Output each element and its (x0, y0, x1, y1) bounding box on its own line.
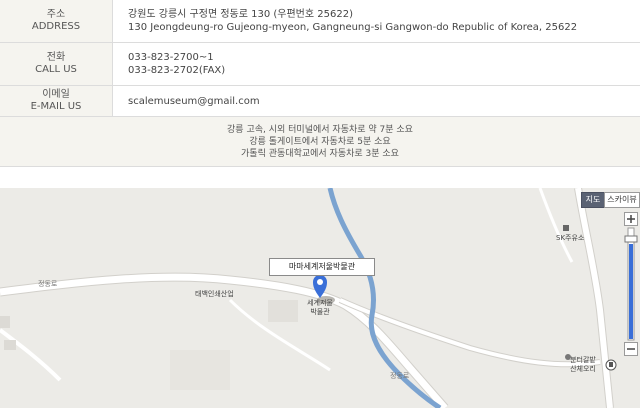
directions-row: 강릉 고속, 시외 터미널에서 자동차로 약 7분 소요 강릉 톨게이트에서 자… (0, 117, 640, 167)
river (327, 188, 442, 408)
map-type-button[interactable]: 지도 (581, 192, 605, 208)
company-label: 태백인쇄산업 (195, 290, 234, 298)
marker-label: 세계저울 박물관 (298, 299, 342, 317)
road-label: 정동로 (38, 280, 58, 288)
map-view[interactable]: 태백인쇄산업 정동로 정동로 SK주유소 분터갈밭 산체오리 세계저울 박물관 (0, 188, 640, 408)
zoom-slider-track[interactable] (627, 227, 635, 341)
phone-label-ko: 전화 (46, 52, 66, 63)
building (0, 316, 10, 328)
phone-label: 전화 CALL US (0, 43, 113, 85)
bus-stop-label-line: 산체오리 (570, 365, 596, 373)
bus-stop-label: 분터갈밭 산체오리 (561, 356, 605, 374)
building (170, 350, 230, 390)
building (268, 300, 298, 322)
address-label-en: ADDRESS (31, 21, 81, 32)
phone-row: 전화 CALL US 033-823-2700~1 033-823-2702(F… (0, 43, 640, 86)
phone-number: 033-823-2700~1 (128, 52, 214, 63)
gas-station-label: SK주유소 (556, 234, 585, 242)
minor-road (0, 328, 62, 382)
address-value: 강원도 강릉시 구정면 정동로 130 (우편번호 25622) 130 Jeo… (128, 0, 577, 42)
place-callout[interactable]: 마마세계저울박물관 (269, 258, 375, 276)
building (4, 340, 16, 350)
directions-line: 강릉 톨게이트에서 자동차로 5분 소요 (249, 136, 391, 147)
email-row: 이메일 E-MAIL US scalemuseum@gmail.com (0, 86, 640, 117)
highway (575, 188, 613, 408)
phone-value: 033-823-2700~1 033-823-2702(FAX) (128, 43, 225, 85)
skyview-type-button[interactable]: 스카이뷰 (604, 192, 640, 208)
address-label: 주소 ADDRESS (0, 0, 113, 42)
phone-label-en: CALL US (35, 64, 77, 75)
zoom-slider-handle[interactable] (624, 235, 638, 243)
marker-label-line: 세계저울 (307, 299, 333, 307)
address-row: 주소 ADDRESS 강원도 강릉시 구정면 정동로 130 (우편번호 256… (0, 0, 640, 43)
gas-station-icon (563, 225, 569, 231)
email-label-ko: 이메일 (42, 89, 70, 100)
directions-line: 강릉 고속, 시외 터미널에서 자동차로 약 7분 소요 (227, 124, 413, 135)
directions-text: 강릉 고속, 시외 터미널에서 자동차로 약 7분 소요 강릉 톨게이트에서 자… (0, 117, 640, 166)
river-road-label: 정동로 (390, 372, 410, 380)
marker-label-line: 박물관 (310, 308, 330, 316)
email-address[interactable]: scalemuseum@gmail.com (128, 95, 260, 108)
zoom-in-button[interactable] (624, 212, 638, 226)
zoom-control[interactable] (624, 212, 638, 356)
address-label-ko: 주소 (46, 9, 66, 20)
email-label: 이메일 E-MAIL US (0, 86, 113, 116)
bus-stop-icon (605, 359, 617, 371)
zoom-out-button[interactable] (624, 342, 638, 356)
address-line-ko: 강원도 강릉시 구정면 정동로 130 (우편번호 25622) (128, 9, 353, 20)
bus-stop-label-line: 분터갈밭 (570, 356, 596, 364)
directions-line: 가톨릭 관동대학교에서 자동차로 3분 소요 (241, 148, 399, 159)
fax-number: 033-823-2702(FAX) (128, 65, 226, 76)
address-line-en: 130 Jeongdeung-ro Gujeong-myeon, Gangneu… (128, 22, 578, 33)
email-label-en: E-MAIL US (30, 101, 82, 112)
email-value: scalemuseum@gmail.com (128, 86, 260, 116)
map-canvas[interactable] (0, 188, 640, 408)
